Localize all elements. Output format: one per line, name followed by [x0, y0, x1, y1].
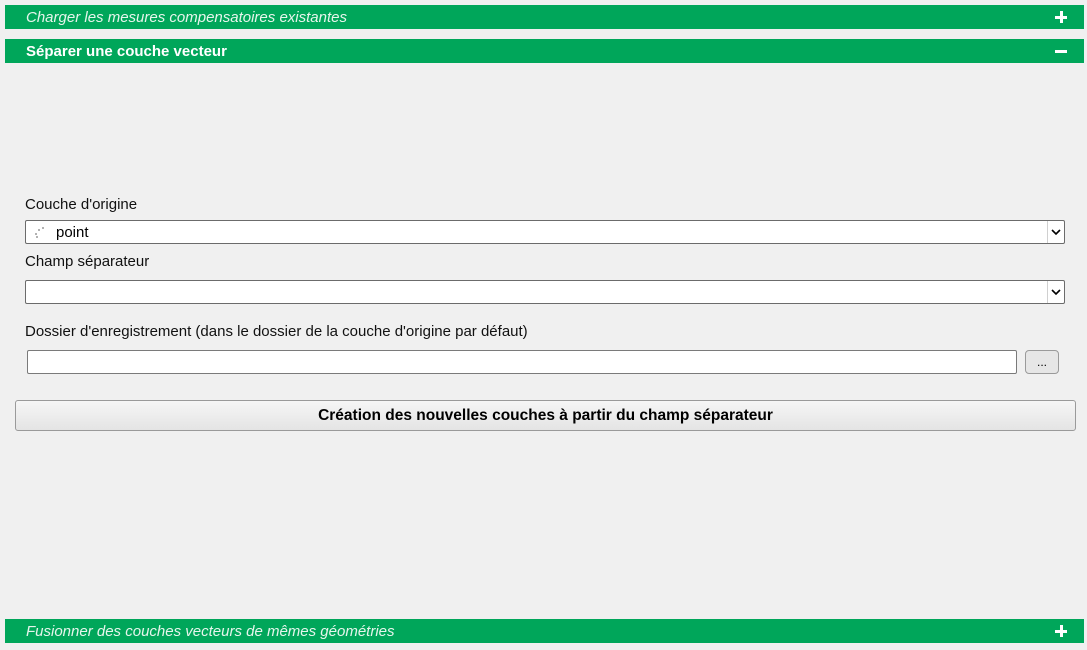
- point-layer-icon: [32, 225, 50, 239]
- dossier-enregistrement-label: Dossier d'enregistrement (dans le dossie…: [25, 323, 528, 340]
- dossier-path-input[interactable]: [27, 350, 1017, 374]
- separer-panel: Couche d'origine point Champ séparateur …: [5, 63, 1084, 617]
- section-header-charger[interactable]: Charger les mesures compensatoires exist…: [5, 5, 1084, 29]
- section-title-fusionner: Fusionner des couches vecteurs de mêmes …: [26, 622, 395, 640]
- browse-button[interactable]: ...: [1025, 350, 1059, 374]
- champ-separateur-label: Champ séparateur: [25, 253, 150, 270]
- couche-origine-label: Couche d'origine: [25, 196, 138, 213]
- couche-origine-text: point: [56, 223, 89, 241]
- chevron-down-icon[interactable]: [1047, 221, 1064, 243]
- section-title-charger: Charger les mesures compensatoires exist…: [26, 8, 347, 26]
- couche-origine-value: point: [26, 224, 1047, 241]
- section-title-separer: Séparer une couche vecteur: [26, 42, 227, 60]
- chevron-down-icon[interactable]: [1047, 281, 1064, 303]
- champ-separateur-select[interactable]: [25, 280, 1065, 304]
- section-header-separer[interactable]: Séparer une couche vecteur: [5, 39, 1084, 63]
- minus-icon[interactable]: [1054, 44, 1068, 58]
- plus-icon[interactable]: [1054, 10, 1068, 24]
- create-layers-button[interactable]: Création des nouvelles couches à partir …: [15, 400, 1076, 431]
- plus-icon[interactable]: [1054, 624, 1068, 638]
- section-header-fusionner[interactable]: Fusionner des couches vecteurs de mêmes …: [5, 619, 1084, 643]
- couche-origine-select[interactable]: point: [25, 220, 1065, 244]
